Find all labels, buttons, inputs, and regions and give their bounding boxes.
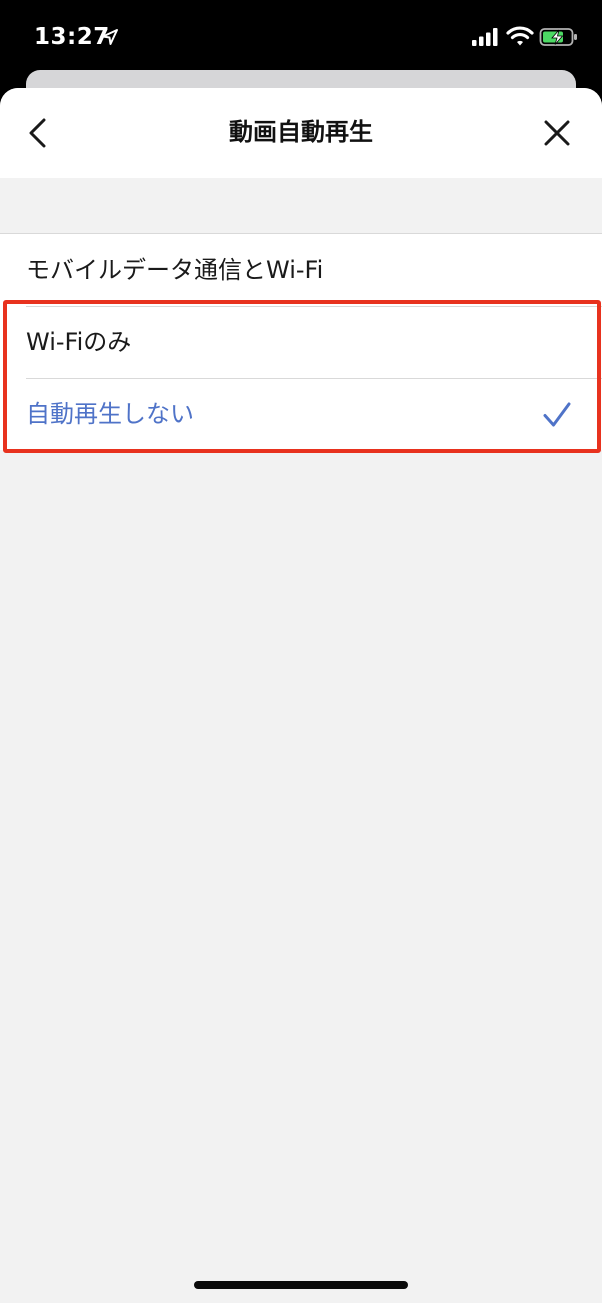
checkmark-icon bbox=[543, 402, 571, 427]
modal-sheet: 動画自動再生 モバイルデータ通信とWi-Fi Wi-Fiのみ 自動再生しない bbox=[0, 88, 602, 1303]
autoplay-option-list: モバイルデータ通信とWi-Fi Wi-Fiのみ 自動再生しない bbox=[0, 233, 602, 450]
status-time: 13:27 bbox=[34, 24, 110, 50]
navigation-bar: 動画自動再生 bbox=[0, 88, 602, 178]
wifi-icon bbox=[506, 26, 534, 46]
option-label: 自動再生しない bbox=[26, 400, 194, 428]
location-arrow-icon bbox=[102, 29, 118, 45]
cellular-signal-icon bbox=[472, 28, 498, 46]
battery-charging-icon bbox=[539, 28, 577, 46]
back-button[interactable] bbox=[14, 110, 60, 156]
home-indicator bbox=[194, 1281, 408, 1289]
close-icon bbox=[544, 120, 570, 146]
page-title: 動画自動再生 bbox=[229, 118, 373, 146]
option-label: Wi-Fiのみ bbox=[26, 328, 132, 356]
chevron-left-icon bbox=[29, 118, 46, 148]
option-wifi-only[interactable]: Wi-Fiのみ bbox=[0, 306, 602, 378]
status-bar: 13:27 bbox=[0, 0, 602, 70]
option-label: モバイルデータ通信とWi-Fi bbox=[26, 256, 324, 284]
close-button[interactable] bbox=[534, 110, 580, 156]
option-mobile-data-and-wifi[interactable]: モバイルデータ通信とWi-Fi bbox=[0, 234, 602, 306]
option-no-autoplay[interactable]: 自動再生しない bbox=[0, 378, 602, 450]
